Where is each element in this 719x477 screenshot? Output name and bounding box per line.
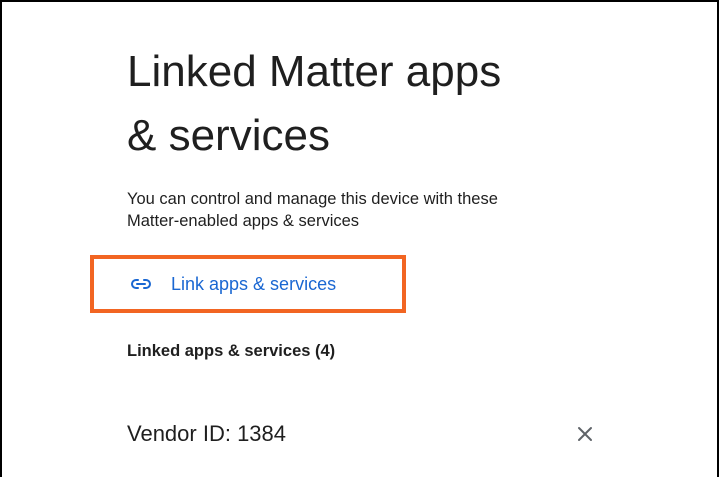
linked-app-row: Vendor ID: 1384 <box>127 418 607 450</box>
link-icon <box>129 272 153 296</box>
link-apps-label: Link apps & services <box>171 273 337 294</box>
link-apps-button[interactable]: Link apps & services <box>90 255 406 313</box>
linked-apps-heading: Linked apps & services (4) <box>127 342 336 360</box>
page-title-line-2: & services <box>127 111 330 160</box>
page-title-line-1: Linked Matter apps <box>127 47 502 96</box>
page-description: You can control and manage this device w… <box>127 188 597 232</box>
description-line-2: Matter-enabled apps & services <box>127 212 360 230</box>
vendor-id-label: Vendor ID: 1384 <box>127 421 287 446</box>
description-line-1: You can control and manage this device w… <box>127 190 498 208</box>
close-icon[interactable] <box>573 422 597 446</box>
page-title: Linked Matter apps & services <box>127 40 627 168</box>
